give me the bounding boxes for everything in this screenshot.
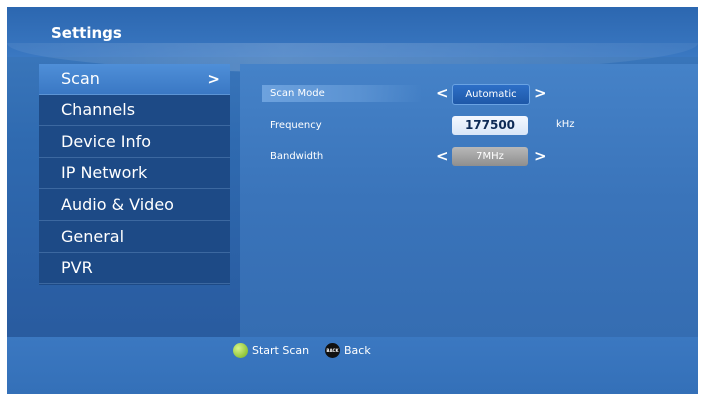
menu-item-label: Scan: [61, 69, 100, 88]
start-scan-label[interactable]: Start Scan: [252, 343, 309, 358]
menu-item-label: General: [61, 227, 125, 246]
menu-item-label: Device Info: [61, 132, 152, 151]
menu-item-scan[interactable]: Scan >: [39, 64, 230, 95]
menu-item-general[interactable]: General: [39, 222, 230, 253]
menu-item-channels[interactable]: Channels: [39, 95, 230, 126]
settings-menu: Scan > Channels Device Info IP Network A…: [39, 64, 230, 285]
scan-mode-left-arrow-icon[interactable]: <: [436, 85, 449, 102]
bandwidth-value[interactable]: 7MHz: [452, 147, 528, 166]
menu-item-pvr[interactable]: PVR: [39, 253, 230, 284]
settings-screen: Settings Scan > Channels Device Info IP …: [7, 7, 698, 394]
scan-mode-value[interactable]: Automatic: [452, 84, 530, 105]
green-circle-icon[interactable]: [233, 343, 248, 358]
scan-settings-panel: Scan Mode < Automatic > Frequency 177500…: [240, 64, 698, 337]
chevron-right-icon: >: [207, 70, 220, 88]
bandwidth-label: Bandwidth: [270, 151, 324, 162]
menu-item-label: IP Network: [61, 163, 148, 182]
menu-item-ip-network[interactable]: IP Network: [39, 158, 230, 189]
frequency-label: Frequency: [270, 120, 322, 131]
menu-item-label: PVR: [61, 258, 93, 277]
scan-mode-right-arrow-icon[interactable]: >: [534, 85, 547, 102]
menu-item-label: Audio & Video: [61, 195, 174, 214]
frequency-unit: kHz: [556, 119, 575, 130]
menu-item-label: Channels: [61, 100, 136, 119]
bandwidth-left-arrow-icon[interactable]: <: [436, 148, 449, 165]
frequency-input[interactable]: 177500: [452, 116, 528, 135]
bandwidth-right-arrow-icon[interactable]: >: [534, 148, 547, 165]
scan-mode-label: Scan Mode: [270, 88, 325, 99]
menu-item-audio-video[interactable]: Audio & Video: [39, 190, 230, 221]
back-label[interactable]: Back: [344, 343, 371, 358]
page-title: Settings: [51, 24, 122, 42]
menu-item-device-info[interactable]: Device Info: [39, 127, 230, 158]
back-button-icon[interactable]: BACK: [325, 343, 340, 358]
